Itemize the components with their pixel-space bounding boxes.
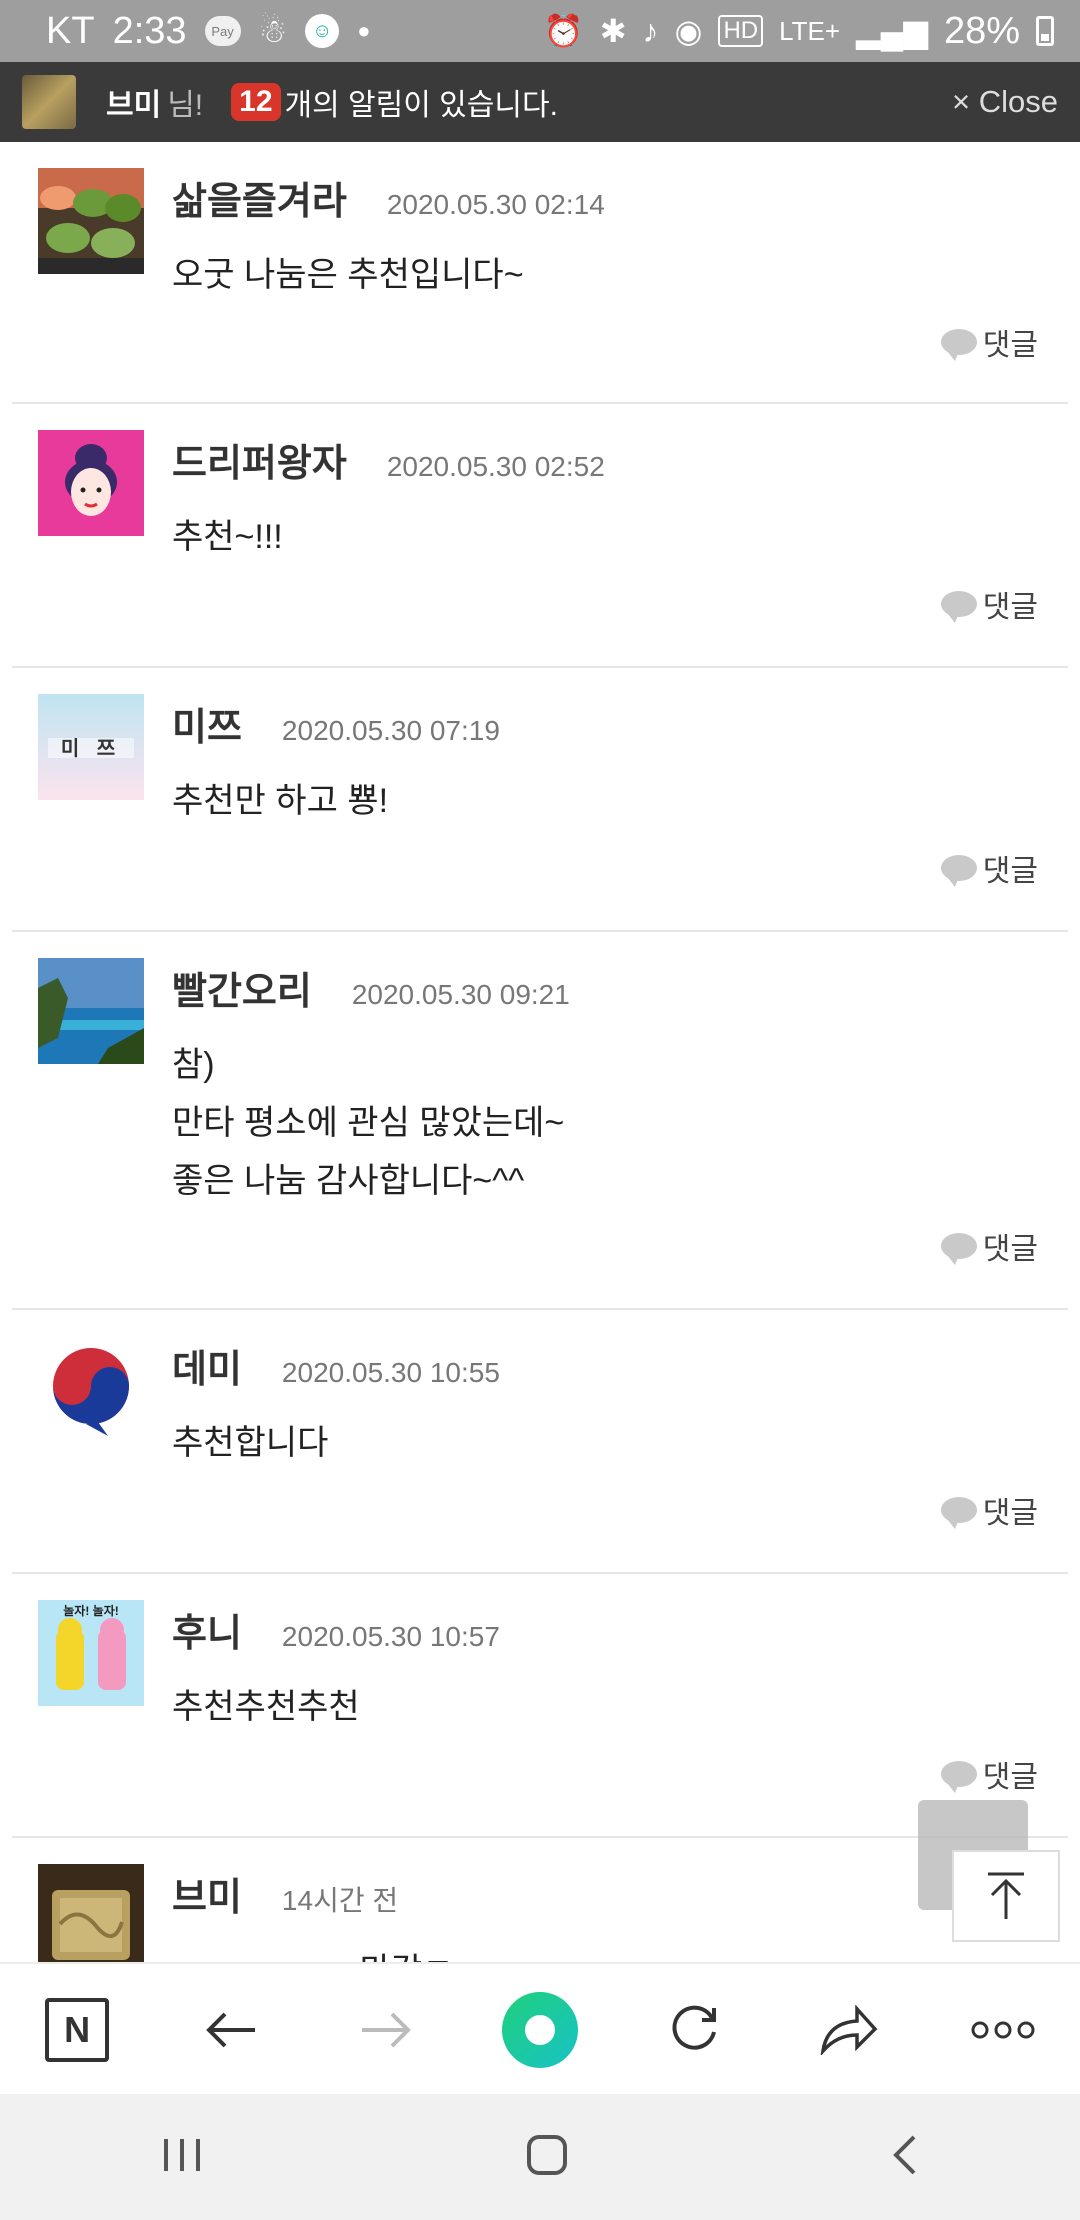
avatar: [22, 75, 76, 129]
avatar: [38, 168, 144, 274]
notification-count-badge[interactable]: 12: [231, 83, 281, 121]
comment-date: 2020.05.30 10:57: [281, 1621, 500, 1652]
location-icon: ◉: [674, 13, 703, 49]
reply-button[interactable]: 댓글: [940, 582, 1038, 626]
comment-author[interactable]: 삶을즐겨라 2020.05.30 02:14: [172, 170, 605, 225]
speech-bubble-icon: [940, 1233, 977, 1265]
comment-author[interactable]: 미쯔 2020.05.30 07:19: [172, 696, 500, 751]
scroll-to-top-button[interactable]: [952, 1850, 1060, 1942]
pay-icon: Pay: [204, 16, 241, 46]
reply-button[interactable]: 댓글: [940, 320, 1038, 364]
avatar: [38, 958, 144, 1064]
comment-item: 빨간오리 2020.05.30 09:21 참) 만타 평소에 관심 많았는데~ …: [12, 932, 1068, 1310]
avatar: [38, 430, 144, 536]
speech-bubble-icon: [940, 1761, 977, 1793]
more-notifications-dot-icon: ●: [357, 18, 371, 43]
comment-text: 오굿 나눔은 추천입니다~: [172, 256, 524, 294]
avatar: [38, 1864, 144, 1970]
notification-user: 브미: [106, 89, 162, 122]
comment-item: 삶을즐겨라 2020.05.30 02:14 오굿 나눔은 추천입니다~ 댓글: [12, 142, 1068, 404]
green-dot-icon[interactable]: [490, 1980, 590, 2080]
system-nav-bar: [0, 2094, 1080, 2220]
mute-icon: ♪: [642, 12, 659, 49]
comment-item: 데미 2020.05.30 10:55 추천합니다 댓글: [12, 1310, 1068, 1574]
hd-voice-icon: HD: [718, 15, 764, 47]
comment-date: 2020.05.30 02:14: [386, 189, 605, 220]
battery-percent: 28%: [943, 9, 1020, 52]
naver-home-icon[interactable]: N: [27, 1980, 127, 2080]
notification-bar[interactable]: 브미 님! 12 개의 알림이 있습니다. × Close: [0, 62, 1080, 142]
lte-label: LTE+: [779, 15, 841, 46]
back-arrow-icon[interactable]: [181, 1980, 281, 2080]
comment-item: 드리퍼왕자 2020.05.30 02:52 추천~!!! 댓글: [12, 404, 1068, 668]
comment-date: 2020.05.30 09:21: [351, 979, 570, 1010]
clock: 2:33: [112, 9, 187, 52]
comment-author[interactable]: 브미 14시간 전: [172, 1866, 398, 1921]
more-icon[interactable]: [953, 1980, 1053, 2080]
comment-item: 미 쯔 미쯔 2020.05.30 07:19 추천만 하고 뿅! 댓글: [12, 668, 1068, 932]
speech-bubble-icon: [940, 855, 977, 887]
bluetooth-icon: ✱: [599, 13, 627, 49]
comment-author[interactable]: 드리퍼왕자 2020.05.30 02:52: [172, 432, 605, 487]
comment-author[interactable]: 데미 2020.05.30 10:55: [172, 1338, 500, 1393]
refresh-icon[interactable]: [644, 1980, 744, 2080]
comment-item: 놀자! 놀자! 후니 2020.05.30 10:57 추천추천추천 댓글: [12, 1574, 1068, 1838]
avatar-caption: 놀자! 놀자!: [63, 1604, 119, 1618]
home-icon[interactable]: [525, 2133, 569, 2182]
comment-text: 추천만 하고 뿅!: [172, 782, 389, 820]
browser-toolbar: N: [0, 1962, 1080, 2096]
reply-button[interactable]: 댓글: [940, 1488, 1038, 1532]
comment-text: 참) 만타 평소에 관심 많았는데~ 좋은 나눔 감사합니다~^^: [172, 1046, 565, 1200]
notification-message[interactable]: 개의 알림이 있습니다.: [285, 80, 558, 124]
comment-date: 2020.05.30 02:52: [386, 451, 605, 482]
comment-text: 추천~!!!: [172, 518, 283, 556]
speech-bubble-icon: [940, 329, 977, 361]
comment-date: 14시간 전: [281, 1885, 399, 1916]
comment-text: 추천합니다: [172, 1424, 329, 1462]
back-icon[interactable]: [890, 2133, 920, 2182]
share-icon[interactable]: [799, 1980, 899, 2080]
status-bar: KT 2:33 Pay ☃ ☺ ● ⏰ ✱ ♪ ◉ HD LTE+ ▂▄▆ 28…: [0, 0, 1080, 62]
speech-bubble-icon: [940, 1497, 977, 1529]
rabbit-app-icon: ☃: [258, 13, 288, 49]
comment-author[interactable]: 후니 2020.05.30 10:57: [172, 1602, 500, 1657]
comment-author[interactable]: 빨간오리 2020.05.30 09:21: [172, 960, 570, 1015]
recent-apps-icon[interactable]: [160, 2135, 204, 2180]
comment-date: 2020.05.30 07:19: [281, 715, 500, 746]
reply-button[interactable]: 댓글: [940, 846, 1038, 890]
battery-icon: [1036, 16, 1054, 46]
notification-honorific: 님!: [167, 89, 204, 122]
comment-date: 2020.05.30 10:55: [281, 1357, 500, 1388]
forward-arrow-icon[interactable]: [336, 1980, 436, 2080]
avatar: [38, 1336, 144, 1442]
reply-button[interactable]: 댓글: [940, 1752, 1038, 1796]
avatar: 미 쯔: [38, 694, 144, 800]
carrier-label: KT: [46, 9, 95, 52]
chat-app-icon: ☺: [305, 14, 340, 48]
comment-list: 삶을즐겨라 2020.05.30 02:14 오굿 나눔은 추천입니다~ 댓글 드…: [0, 142, 1080, 2038]
comment-text: 추천추천추천: [172, 1688, 360, 1726]
speech-bubble-icon: [940, 591, 977, 623]
reply-button[interactable]: 댓글: [940, 1224, 1038, 1268]
avatar-caption: 미 쯔: [60, 738, 122, 760]
arrow-up-icon: [988, 1872, 1024, 1919]
alarm-icon: ⏰: [543, 13, 584, 49]
signal-icon: ▂▄▆: [856, 13, 928, 49]
close-button[interactable]: × Close: [952, 84, 1058, 120]
avatar: 놀자! 놀자!: [38, 1600, 144, 1706]
